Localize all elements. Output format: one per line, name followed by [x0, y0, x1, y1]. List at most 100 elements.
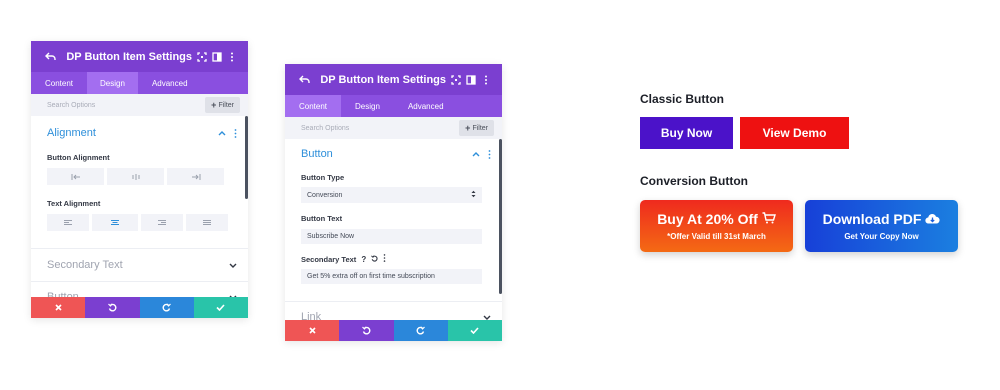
settings-panel-design: DP Button Item Settings Content Design A…	[31, 41, 248, 318]
close-icon	[55, 304, 62, 311]
filter-label: Filter	[218, 101, 234, 109]
section-title: Secondary Text	[47, 259, 123, 271]
help-icon[interactable]: ?	[361, 255, 366, 264]
tab-design[interactable]: Design	[341, 95, 394, 117]
section-menu-icon[interactable]	[232, 128, 238, 138]
search-row: Search Options + Filter	[285, 117, 502, 139]
text-align-right-option[interactable]	[141, 214, 183, 231]
download-pdf-label: Download PDF	[822, 211, 922, 227]
text-align-center-option[interactable]	[92, 214, 138, 231]
check-icon	[216, 304, 225, 311]
more-options-icon[interactable]	[227, 49, 238, 65]
filter-button[interactable]: + Filter	[205, 97, 240, 113]
button-type-select[interactable]: Conversion	[301, 187, 482, 203]
buy-discount-main: Buy At 20% Off	[657, 211, 776, 227]
panel-header: DP Button Item Settings	[31, 41, 248, 72]
scrollbar[interactable]	[245, 116, 248, 199]
download-pdf-button[interactable]: Download PDF Get Your Copy Now	[805, 200, 958, 252]
select-arrows-icon	[471, 190, 476, 200]
tab-bar: Content Design Advanced	[31, 72, 248, 94]
conversion-button-heading: Conversion Button	[640, 174, 748, 188]
search-input[interactable]: Search Options	[301, 125, 459, 132]
button-alignment-control	[31, 168, 248, 185]
button-alignment-label: Button Alignment	[47, 153, 110, 162]
download-pdf-subtext: Get Your Copy Now	[844, 232, 919, 241]
more-options-icon[interactable]	[481, 72, 492, 88]
filter-button[interactable]: + Filter	[459, 120, 494, 136]
undo-button[interactable]	[85, 297, 140, 318]
search-input[interactable]: Search Options	[47, 102, 205, 109]
buy-discount-button[interactable]: Buy At 20% Off *Offer Valid till 31st Ma…	[640, 200, 793, 252]
redo-button[interactable]	[393, 320, 448, 341]
tab-content[interactable]: Content	[31, 72, 87, 94]
buy-discount-subtext: *Offer Valid till 31st March	[667, 232, 766, 241]
section-button-header[interactable]: Button	[285, 139, 502, 169]
back-arrow-icon[interactable]	[45, 49, 56, 65]
panel-title: DP Button Item Settings	[320, 73, 447, 86]
panel-header: DP Button Item Settings	[285, 64, 502, 95]
text-align-justify-option[interactable]	[186, 214, 228, 231]
fullscreen-icon[interactable]	[196, 49, 207, 65]
text-alignment-label: Text Alignment	[47, 199, 101, 208]
chevron-up-icon[interactable]	[217, 128, 227, 138]
cart-icon	[762, 211, 776, 227]
settings-panel-content: DP Button Item Settings Content Design A…	[285, 64, 502, 341]
fullscreen-icon[interactable]	[450, 72, 461, 88]
plus-icon: +	[211, 100, 217, 110]
page: DP Button Item Settings Content Design A…	[0, 0, 1000, 390]
tab-advanced[interactable]: Advanced	[138, 72, 202, 94]
text-alignment-control	[31, 214, 248, 231]
redo-icon	[416, 326, 426, 335]
download-pdf-main: Download PDF	[823, 211, 941, 227]
redo-button[interactable]	[139, 297, 194, 318]
section-title: Alignment	[47, 127, 96, 139]
tab-bar: Content Design Advanced	[285, 95, 502, 117]
button-text-field[interactable]: Subscribe Now	[301, 229, 482, 244]
align-right-option[interactable]	[167, 168, 224, 185]
search-row: Search Options + Filter	[31, 94, 248, 116]
button-type-label: Button Type	[301, 173, 345, 182]
cancel-button[interactable]	[285, 320, 340, 341]
chevron-up-icon[interactable]	[471, 149, 481, 159]
section-secondary-text-header[interactable]: Secondary Text	[31, 249, 248, 281]
cancel-button[interactable]	[31, 297, 86, 318]
save-button[interactable]	[447, 320, 502, 341]
view-demo-button[interactable]: View Demo	[740, 117, 849, 149]
undo-icon	[361, 326, 371, 335]
undo-icon	[107, 303, 117, 312]
plus-icon: +	[465, 123, 471, 133]
field-menu-icon[interactable]	[383, 254, 386, 264]
redo-icon	[162, 303, 172, 312]
button-type-value: Conversion	[307, 191, 343, 199]
align-left-option[interactable]	[47, 168, 104, 185]
section-title: Button	[301, 148, 333, 160]
action-bar	[285, 320, 502, 341]
cloud-download-icon	[925, 211, 940, 227]
panel-title: DP Button Item Settings	[66, 50, 193, 63]
check-icon	[470, 327, 479, 334]
tab-advanced[interactable]: Advanced	[394, 95, 458, 117]
tab-design[interactable]: Design	[87, 72, 138, 94]
text-align-left-option[interactable]	[47, 214, 89, 231]
classic-button-heading: Classic Button	[640, 92, 725, 106]
button-text-label: Button Text	[301, 214, 343, 223]
sidebar-toggle-icon[interactable]	[211, 49, 222, 65]
scrollbar[interactable]	[499, 139, 502, 294]
section-menu-icon[interactable]	[486, 149, 492, 159]
buy-discount-label: Buy At 20% Off	[657, 211, 758, 227]
reset-icon[interactable]	[371, 254, 378, 264]
chevron-down-icon[interactable]	[228, 260, 238, 270]
align-center-option[interactable]	[107, 168, 164, 185]
back-arrow-icon[interactable]	[299, 72, 310, 88]
close-icon	[309, 327, 316, 334]
tab-content[interactable]: Content	[285, 95, 342, 117]
section-alignment-header[interactable]: Alignment	[31, 116, 248, 150]
sidebar-toggle-icon[interactable]	[465, 72, 476, 88]
secondary-text-field[interactable]: Get 5% extra off on first time subscript…	[301, 269, 482, 284]
filter-label: Filter	[472, 124, 488, 132]
undo-button[interactable]	[339, 320, 394, 341]
secondary-text-label: Secondary Text	[301, 254, 357, 264]
buy-now-button[interactable]: Buy Now	[640, 117, 733, 149]
save-button[interactable]	[193, 297, 248, 318]
action-bar	[31, 297, 248, 318]
